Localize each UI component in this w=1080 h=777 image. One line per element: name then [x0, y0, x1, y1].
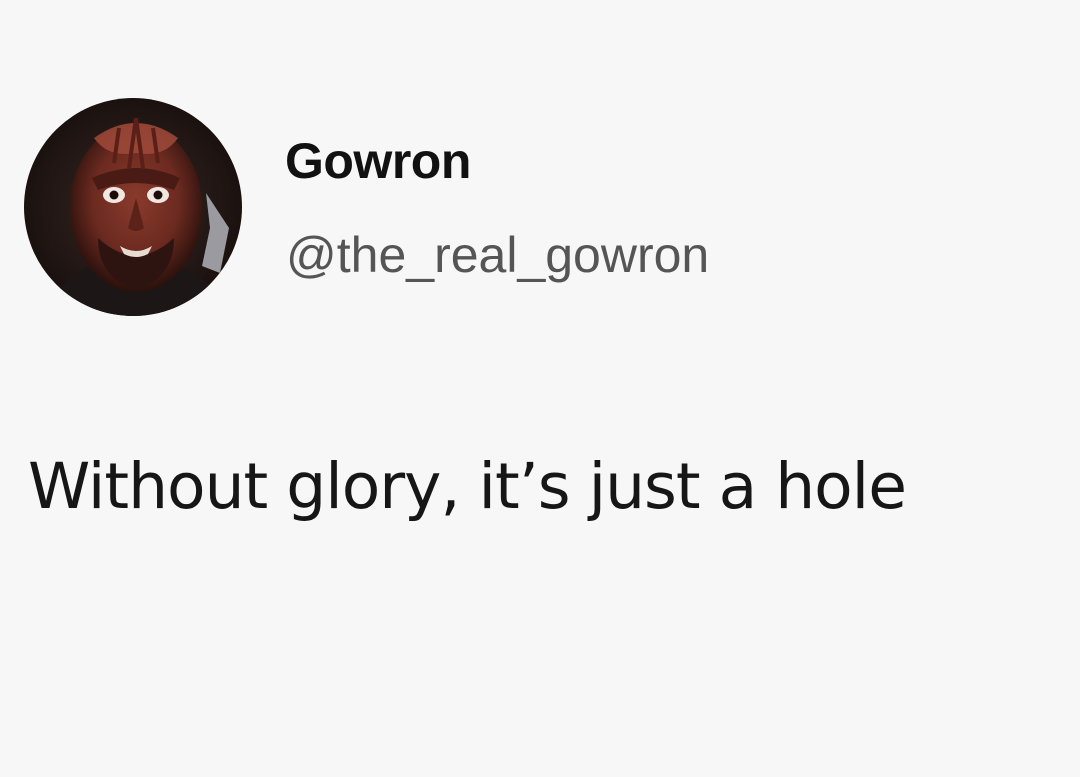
- author-handle[interactable]: @the_real_gowron: [286, 226, 709, 284]
- post-body-text: Without glory, it’s just a hole: [28, 450, 907, 523]
- avatar[interactable]: [24, 98, 242, 316]
- post-card: Gowron @the_real_gowron Without glory, i…: [0, 0, 1080, 777]
- author-display-name[interactable]: Gowron: [285, 132, 471, 190]
- klingon-portrait-icon: [24, 98, 242, 316]
